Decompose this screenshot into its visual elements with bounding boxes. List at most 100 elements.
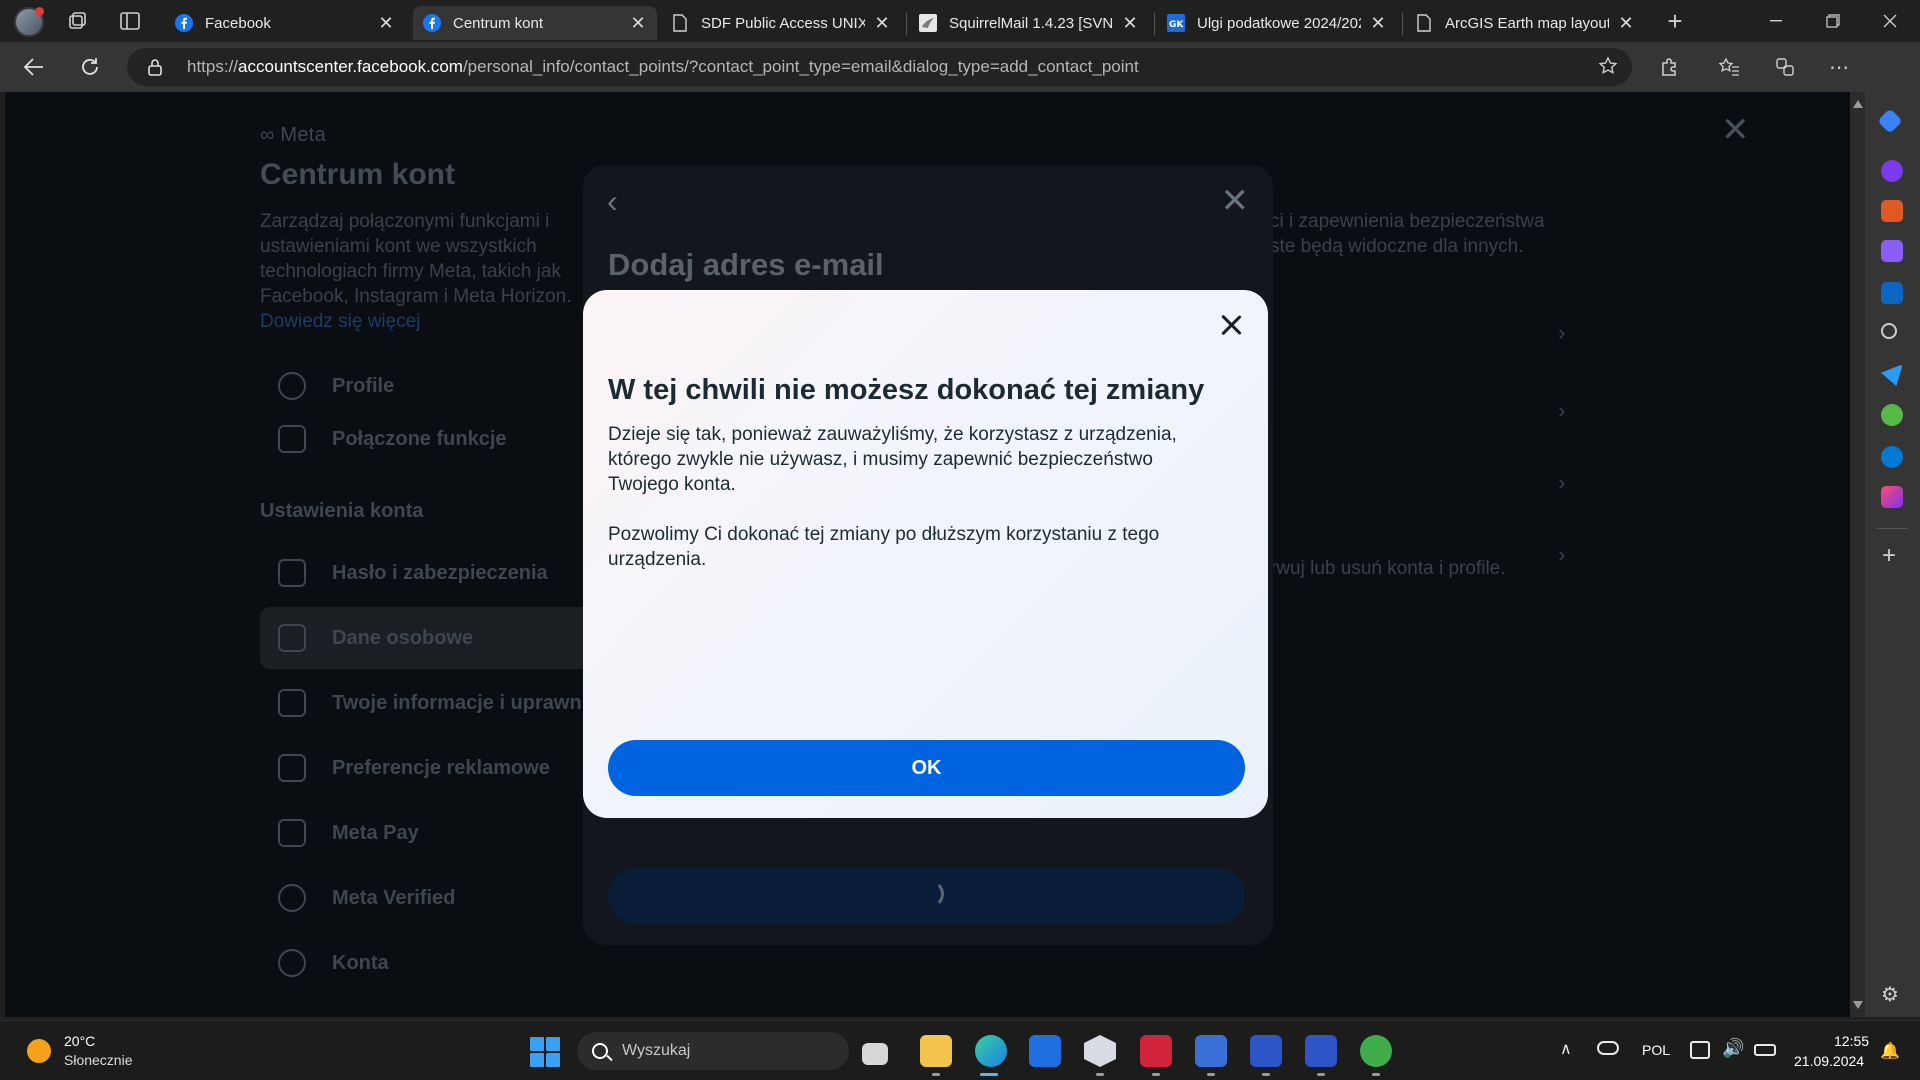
search-icon xyxy=(592,1043,608,1059)
settings-gear-icon[interactable]: ⚙ xyxy=(1881,982,1899,1007)
scroll-down-icon[interactable] xyxy=(1853,1001,1863,1009)
submit-button-loading[interactable] xyxy=(608,868,1245,924)
copilot-sidebar-icon[interactable] xyxy=(1881,160,1903,182)
nav-item-accounts[interactable]: Konta xyxy=(260,932,590,994)
profile-avatar[interactable] xyxy=(14,7,44,37)
telegram-icon[interactable] xyxy=(1881,364,1903,386)
url-field[interactable]: https://accountscenter.facebook.com/pers… xyxy=(127,48,1632,86)
modal-paragraph: Pozwolimy Ci dokonać tej zmiany po dłużs… xyxy=(608,524,1160,570)
favorites-icon[interactable] xyxy=(1716,55,1742,79)
close-tab-icon[interactable]: ✕ xyxy=(1369,13,1387,34)
cloud-sync-icon[interactable] xyxy=(1597,1041,1619,1055)
tab-sdf[interactable]: SDF Public Access UNIX S ✕ xyxy=(661,6,901,40)
briefcase-icon[interactable] xyxy=(1881,200,1903,222)
search-placeholder: Wyszukaj xyxy=(622,1042,691,1059)
close-tab-icon[interactable]: ✕ xyxy=(377,13,395,34)
close-icon[interactable]: ✕ xyxy=(1221,181,1250,221)
nav-item-connected-features[interactable]: Połączone funkcje xyxy=(260,408,590,470)
more-options-icon[interactable]: ⋯ xyxy=(1826,55,1852,79)
vertical-tabs-icon[interactable] xyxy=(117,9,143,33)
facebook-icon xyxy=(175,14,193,32)
shopping-tag-icon[interactable] xyxy=(1877,108,1903,134)
network-icon[interactable] xyxy=(1690,1041,1710,1059)
tab-separator xyxy=(906,13,907,35)
restore-icon[interactable] xyxy=(1820,9,1846,33)
chevron-up-icon[interactable]: ∧ xyxy=(1560,1039,1572,1059)
language-indicator[interactable]: POL xyxy=(1642,1042,1670,1058)
tree-icon[interactable] xyxy=(1881,404,1903,426)
workspaces-icon[interactable] xyxy=(64,9,90,33)
floppy-save-icon[interactable] xyxy=(1250,1035,1282,1067)
collections-icon[interactable] xyxy=(1772,55,1798,79)
sun-icon[interactable] xyxy=(27,1039,51,1063)
tab-squirrelmail[interactable]: SquirrelMail 1.4.23 [SVN] ✕ xyxy=(909,6,1149,40)
close-tab-icon[interactable]: ✕ xyxy=(629,13,647,34)
edge-browser-icon[interactable] xyxy=(975,1035,1007,1067)
nav-item-password-security[interactable]: Hasło i zabezpieczenia xyxy=(260,542,590,604)
app-icon[interactable] xyxy=(1140,1035,1172,1067)
nav-item-personal-details[interactable]: Dane osobowe xyxy=(260,607,590,669)
close-window-icon[interactable] xyxy=(1877,9,1903,33)
outlook-icon[interactable] xyxy=(1881,282,1903,304)
modal-paragraph: Dzieje się tak, ponieważ zauważyliśmy, ż… xyxy=(608,424,1177,495)
chevron-right-icon[interactable]: › xyxy=(1558,320,1565,346)
weather-temperature[interactable]: 20°C xyxy=(64,1033,95,1049)
chevron-right-icon[interactable]: › xyxy=(1558,398,1565,424)
volume-icon[interactable]: 🔊 xyxy=(1722,1038,1744,1059)
lock-icon[interactable] xyxy=(147,58,163,81)
games-icon[interactable] xyxy=(1881,240,1903,262)
tab-title: Ulgi podatkowe 2024/202 xyxy=(1197,14,1361,32)
skype-icon[interactable] xyxy=(1881,446,1903,468)
chevron-right-icon[interactable]: › xyxy=(1558,542,1565,568)
ok-button[interactable]: OK xyxy=(608,740,1245,796)
nav-label: Połączone funkcje xyxy=(332,427,507,450)
gk-icon: GK xyxy=(1167,14,1185,32)
running-indicator xyxy=(1317,1073,1325,1076)
tab-arcgis[interactable]: ArcGIS Earth map layout ✕ xyxy=(1405,6,1645,40)
virtualbox-icon[interactable] xyxy=(1084,1035,1116,1067)
nav-item-meta-pay[interactable]: Meta Pay xyxy=(260,802,590,864)
windows-start-icon[interactable] xyxy=(530,1037,560,1067)
taskbar-search[interactable]: Wyszukaj xyxy=(577,1032,849,1070)
close-icon[interactable] xyxy=(1216,310,1246,340)
clock-date[interactable]: 21.09.2024 xyxy=(1794,1053,1864,1069)
back-arrow-icon[interactable] xyxy=(21,55,47,79)
remote-desktop-icon[interactable] xyxy=(1195,1035,1227,1067)
notification-bell-icon[interactable]: 🔔 xyxy=(1880,1041,1900,1061)
tab-ulgi-podatkowe[interactable]: GK Ulgi podatkowe 2024/202 ✕ xyxy=(1157,6,1397,40)
extensions-icon[interactable] xyxy=(1656,55,1682,79)
search-icon[interactable] xyxy=(1881,323,1897,339)
tab-centrum-kont[interactable]: Centrum kont ✕ xyxy=(413,6,657,40)
chevron-left-icon[interactable]: ‹ xyxy=(607,183,618,220)
new-tab-icon[interactable]: + xyxy=(1662,6,1688,36)
chevron-right-icon[interactable]: › xyxy=(1558,470,1565,496)
refresh-icon[interactable] xyxy=(77,55,103,79)
floppy-save-icon[interactable] xyxy=(1305,1035,1337,1067)
close-tab-icon[interactable]: ✕ xyxy=(873,13,891,34)
tab-title: Facebook xyxy=(205,14,271,32)
tab-facebook[interactable]: Facebook ✕ xyxy=(165,6,405,40)
description-text: Zarządzaj połączonymi funkcjami i ustawi… xyxy=(260,211,572,307)
weather-description[interactable]: Słonecznie xyxy=(64,1052,133,1068)
close-tab-icon[interactable]: ✕ xyxy=(1121,13,1139,34)
task-view-icon[interactable] xyxy=(862,1043,888,1065)
scroll-up-icon[interactable] xyxy=(1853,100,1863,108)
designer-icon[interactable] xyxy=(1881,486,1903,508)
globe-app-icon[interactable] xyxy=(1360,1035,1392,1067)
add-sidebar-app-icon[interactable]: + xyxy=(1882,542,1896,570)
clock-time[interactable]: 12:55 xyxy=(1834,1033,1869,1049)
battery-icon[interactable] xyxy=(1754,1044,1776,1056)
favorite-star-icon[interactable] xyxy=(1598,56,1618,81)
page-scrollbar[interactable] xyxy=(1850,92,1865,1017)
nav-item-meta-verified[interactable]: Meta Verified xyxy=(260,867,590,929)
nav-item-your-information[interactable]: Twoje informacje i uprawn xyxy=(260,672,590,734)
minimize-icon[interactable] xyxy=(1763,9,1789,33)
close-page-icon[interactable]: ✕ xyxy=(1721,110,1750,150)
microsoft-store-icon[interactable] xyxy=(1029,1035,1061,1067)
close-tab-icon[interactable]: ✕ xyxy=(1617,13,1635,34)
page-title: Centrum kont xyxy=(260,158,455,191)
nav-item-ad-preferences[interactable]: Preferencje reklamowe xyxy=(260,737,590,799)
learn-more-link[interactable]: Dowiedz się więcej xyxy=(260,311,421,332)
file-explorer-icon[interactable] xyxy=(920,1035,952,1067)
right-description-line: ci i zapewnienia bezpieczeństwa xyxy=(1270,211,1545,232)
